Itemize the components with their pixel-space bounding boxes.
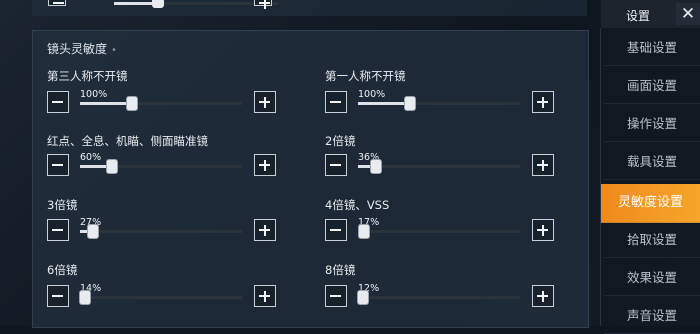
minus-button[interactable] (48, 0, 66, 6)
plus-button[interactable] (532, 91, 554, 113)
slider-track[interactable]: 100% (80, 89, 242, 111)
setting-label: 4倍镜、VSS (325, 198, 390, 212)
minus-button[interactable] (325, 91, 347, 113)
minus-button[interactable] (47, 91, 69, 113)
minus-icon (52, 295, 63, 297)
setting-label: 3倍镜 (47, 198, 78, 212)
slider-track[interactable]: 14% (79, 283, 242, 305)
plus-button[interactable] (254, 219, 276, 241)
sensitivity-slider-row: 17% (325, 217, 555, 243)
plus-button[interactable] (254, 0, 272, 9)
minus-button[interactable] (325, 154, 347, 176)
slider-handle[interactable] (152, 0, 164, 8)
slider-track[interactable]: 60% (80, 152, 242, 174)
slider-handle[interactable] (370, 159, 382, 174)
setting-label: 第三人称不开镜 (47, 69, 128, 83)
setting-label: 第一人称不开镜 (325, 69, 406, 83)
plus-button[interactable] (254, 154, 276, 176)
menu-divider (600, 28, 601, 326)
menu-item[interactable]: 效果设置 (604, 261, 700, 296)
slider-handle[interactable] (404, 96, 416, 111)
slider-handle[interactable] (358, 224, 370, 239)
sensitivity-slider-row: 36% (325, 152, 555, 178)
minus-icon (52, 164, 63, 166)
setting-label: 2倍镜 (325, 134, 356, 148)
minus-icon (330, 295, 341, 297)
slider-value: 60% (80, 152, 102, 163)
plus-button[interactable] (532, 154, 554, 176)
slider-handle[interactable] (126, 96, 138, 111)
menu-title: 设置 (626, 9, 651, 23)
minus-button[interactable] (47, 219, 69, 241)
section-title: 镜头灵敏度 • (47, 40, 117, 57)
menu-item[interactable]: 载具设置 (604, 145, 700, 180)
minus-icon (330, 229, 341, 231)
plus-button[interactable] (254, 285, 276, 307)
sensitivity-slider-row: 100% (47, 89, 277, 115)
slider-track[interactable]: 12% (357, 283, 520, 305)
minus-button[interactable] (47, 285, 69, 307)
slider-fill (358, 102, 410, 105)
menu-item[interactable]: 声音设置 (604, 299, 700, 334)
minus-icon (52, 229, 63, 231)
slider-track[interactable]: 27% (80, 217, 242, 239)
slider-track[interactable]: 17% (358, 217, 520, 239)
minus-icon (330, 164, 341, 166)
section-title-text: 镜头灵敏度 (47, 42, 108, 56)
menu-item[interactable]: 基础设置 (604, 31, 700, 66)
menu-item[interactable]: 操作设置 (604, 107, 700, 142)
slider-value: 100% (358, 89, 386, 100)
close-icon[interactable]: ✕ (676, 3, 700, 25)
minus-button[interactable] (47, 154, 69, 176)
slider-track[interactable]: 36% (358, 152, 520, 174)
minus-icon (52, 101, 63, 103)
plus-button[interactable] (532, 285, 554, 307)
sensitivity-slider-row: 27% (47, 217, 277, 243)
slider-track[interactable]: 100% (358, 89, 520, 111)
minus-button[interactable] (325, 285, 347, 307)
menu-item[interactable]: 拾取设置 (604, 223, 700, 258)
setting-label: 红点、全息、机瞄、侧面瞄准镜 (47, 134, 208, 148)
menu-item[interactable]: 灵敏度设置 (601, 184, 700, 223)
slider-handle[interactable] (79, 290, 91, 305)
sensitivity-slider-row: 14% (47, 283, 277, 309)
section-marker: • (111, 45, 117, 56)
slider-handle[interactable] (106, 159, 118, 174)
slider-fill (80, 102, 132, 105)
slider-handle[interactable] (87, 224, 99, 239)
menu-item[interactable]: 画面设置 (604, 69, 700, 104)
setting-label: 6倍镜 (47, 263, 78, 277)
minus-icon (330, 101, 341, 103)
sensitivity-slider-row: 60% (47, 152, 277, 178)
sensitivity-slider-row: 100% (325, 89, 555, 115)
setting-label: 8倍镜 (325, 263, 356, 277)
slider-handle[interactable] (357, 290, 369, 305)
slider-value: 100% (80, 89, 108, 100)
plus-button[interactable] (532, 219, 554, 241)
previous-slider-row (32, 0, 587, 16)
sensitivity-slider-row: 12% (325, 283, 555, 309)
minus-button[interactable] (325, 219, 347, 241)
plus-button[interactable] (254, 91, 276, 113)
